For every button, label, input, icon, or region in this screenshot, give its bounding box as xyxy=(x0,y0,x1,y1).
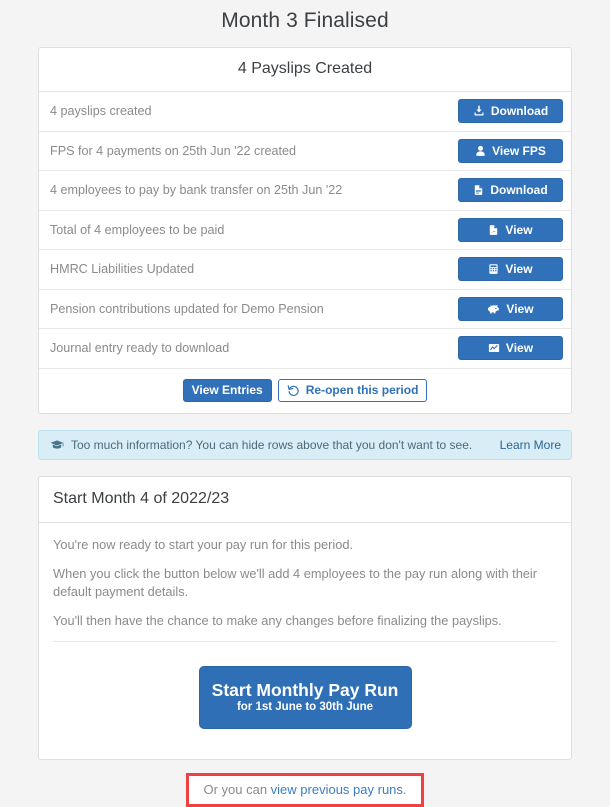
view-journal-entry-button[interactable]: View xyxy=(458,336,563,361)
status-row: Pension contributions updated for Demo P… xyxy=(39,290,571,329)
user-icon xyxy=(475,145,486,157)
button-label: View xyxy=(505,341,534,356)
page-title: Month 3 Finalised xyxy=(221,9,389,32)
status-row: 4 employees to pay by bank transfer on 2… xyxy=(39,171,571,211)
status-row-label: Total of 4 employees to be paid xyxy=(50,222,225,237)
info-banner-text: Too much information? You can hide rows … xyxy=(71,437,473,452)
download-payslips-button[interactable]: Download xyxy=(458,99,563,124)
bottom-note-container: Or you can view previous pay runs. xyxy=(0,773,610,807)
start-panel-paragraph: You'll then have the chance to make any … xyxy=(53,612,502,628)
cta-main-label: Start Monthly Pay Run xyxy=(211,679,399,700)
pdf-file-icon xyxy=(488,224,499,236)
view-fps-button[interactable]: View FPS xyxy=(458,138,563,163)
button-label: Re-open this period xyxy=(305,383,419,397)
graduation-cap-icon xyxy=(50,439,64,451)
status-row: 4 payslips created Download xyxy=(39,92,571,132)
start-panel-heading: Start Month 4 of 2022/23 xyxy=(39,476,571,523)
cta-container: Start Monthly Pay Run for 1st June to 30… xyxy=(53,642,557,755)
status-row: Total of 4 employees to be paid View xyxy=(39,211,571,250)
note-suffix: . xyxy=(402,782,407,798)
button-label: Download xyxy=(490,104,549,119)
view-hmrc-liabilities-button[interactable]: View xyxy=(458,257,563,282)
button-label: View xyxy=(506,301,534,316)
view-pension-button[interactable]: View xyxy=(458,296,563,321)
payslips-summary-panel: 4 Payslips Created 4 payslips created Do… xyxy=(38,47,572,414)
button-label: View FPS xyxy=(492,143,546,158)
download-bank-file-button[interactable]: Download xyxy=(458,178,563,203)
start-pay-run-panel: Start Month 4 of 2022/23 You're now read… xyxy=(38,475,572,761)
status-row: HMRC Liabilities Updated View xyxy=(39,250,571,290)
status-row: FPS for 4 payments on 25th Jun '22 creat… xyxy=(39,132,571,171)
cta-sub-label: for 1st June to 30th June xyxy=(236,700,374,713)
start-monthly-pay-run-button[interactable]: Start Monthly Pay Run for 1st June to 30… xyxy=(198,666,412,730)
status-row: Journal entry ready to download View xyxy=(39,329,571,369)
view-totals-button[interactable]: View xyxy=(458,217,563,242)
previous-pay-runs-note: Or you can view previous pay runs. xyxy=(186,773,424,807)
start-panel-paragraph: You're now ready to start your pay run f… xyxy=(53,536,354,552)
calculator-icon xyxy=(488,263,499,275)
piggy-bank-icon xyxy=(487,303,500,315)
status-row-label: Journal entry ready to download xyxy=(50,341,230,356)
summary-panel-footer: View Entries Re-open this period xyxy=(39,368,571,413)
summary-panel-heading: 4 Payslips Created xyxy=(39,48,571,92)
status-row-label: Pension contributions updated for Demo P… xyxy=(50,301,324,316)
status-row-label: 4 payslips created xyxy=(50,104,152,119)
hide-rows-info-banner: Too much information? You can hide rows … xyxy=(38,429,572,460)
status-row-label: HMRC Liabilities Updated xyxy=(50,262,195,277)
button-label: Download xyxy=(490,183,548,198)
view-entries-button[interactable]: View Entries xyxy=(182,378,272,402)
reopen-period-button[interactable]: Re-open this period xyxy=(277,378,428,402)
status-row-label: 4 employees to pay by bank transfer on 2… xyxy=(50,183,343,198)
file-icon xyxy=(473,184,484,196)
chart-line-icon xyxy=(488,342,500,354)
button-label: View xyxy=(505,222,533,237)
start-panel-paragraph: When you click the button below we'll ad… xyxy=(53,565,538,599)
page-root: Month 3 Finalised 4 Payslips Created 4 p… xyxy=(0,0,610,807)
download-icon xyxy=(473,105,485,117)
view-previous-pay-runs-link[interactable]: view previous pay runs xyxy=(271,782,403,797)
learn-more-link[interactable]: Learn More xyxy=(500,438,561,452)
undo-icon xyxy=(287,384,300,397)
note-prefix: Or you can xyxy=(203,782,271,798)
button-label: View xyxy=(505,262,533,277)
status-row-label: FPS for 4 payments on 25th Jun '22 creat… xyxy=(50,143,297,158)
start-panel-body: You're now ready to start your pay run f… xyxy=(39,523,571,760)
